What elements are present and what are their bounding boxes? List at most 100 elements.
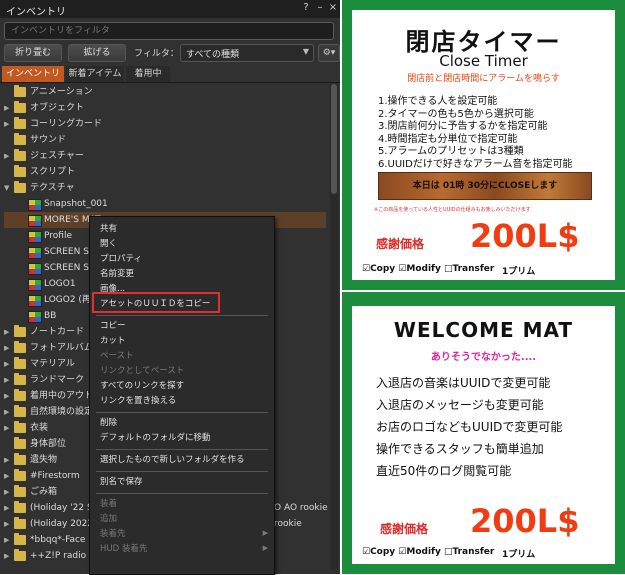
menu-item[interactable]: カット bbox=[100, 334, 126, 348]
close-icon[interactable]: × bbox=[327, 2, 339, 14]
tree-item[interactable]: サウンド bbox=[4, 132, 326, 148]
search-input[interactable] bbox=[5, 23, 333, 39]
folder-icon bbox=[14, 549, 26, 561]
expand-arrow-icon[interactable]: ▶ bbox=[4, 372, 12, 388]
folder-icon bbox=[14, 357, 26, 369]
timer-price: 200L$ bbox=[470, 217, 580, 255]
expand-arrow-icon[interactable]: ▶ bbox=[4, 500, 12, 516]
tree-item-label: SCREEN SH bbox=[44, 247, 96, 257]
timer-product-panel: 閉店タイマー Close Timer 閉店前と閉店時間にアラームを鳴らす 1.操… bbox=[342, 0, 625, 290]
expand-arrow-icon[interactable]: ▶ bbox=[4, 100, 12, 116]
menu-item[interactable]: コピー bbox=[100, 319, 126, 333]
tree-item-label: LOGO1 bbox=[44, 279, 76, 289]
tree-item[interactable]: ▶ コーリングカード bbox=[4, 116, 326, 132]
submenu-arrow-icon: ▶ bbox=[262, 529, 268, 537]
folder-icon bbox=[14, 437, 26, 449]
tree-item-label: #Firestorm bbox=[30, 471, 80, 481]
menu-item[interactable]: 削除 bbox=[100, 416, 117, 430]
menu-item[interactable]: 装着 bbox=[100, 497, 117, 511]
menu-item[interactable]: 追加 bbox=[100, 512, 117, 526]
expand-button[interactable]: 拡げる bbox=[68, 44, 126, 62]
filter-label: フィルタ： bbox=[134, 49, 179, 59]
tree-item[interactable]: Snapshot_001 bbox=[4, 196, 326, 212]
menu-item[interactable]: 選択したもので新しいフォルダを作る bbox=[100, 453, 245, 467]
minimize-icon[interactable]: – bbox=[314, 2, 326, 14]
texture-icon bbox=[28, 279, 42, 291]
menu-item[interactable]: リンクとしてペースト bbox=[100, 364, 184, 378]
tree-item[interactable]: アニメーション bbox=[4, 84, 326, 100]
tree-item-label: (Holiday 2022 bbox=[30, 519, 94, 529]
folder-icon bbox=[14, 101, 26, 113]
tab-inventory[interactable]: インベントリ bbox=[2, 66, 64, 82]
expand-arrow-icon[interactable]: ▶ bbox=[4, 324, 12, 340]
tab-recent[interactable]: 新着アイテム bbox=[66, 66, 124, 82]
tab-worn[interactable]: 着用中 bbox=[126, 66, 170, 82]
menu-item[interactable]: リンクを置き換える bbox=[100, 394, 176, 408]
menu-item[interactable]: プロパティ bbox=[100, 252, 142, 266]
collapse-button[interactable]: 折り畳む bbox=[4, 44, 62, 62]
toolbar: 折り畳む 拡げる フィルタ： すべての種類 ▼ ⚙▾ bbox=[0, 43, 340, 62]
mat-panel-card: WELCOME MAT ありそうでなかった.... 入退店の音楽はUUIDで変更… bbox=[352, 306, 615, 564]
expand-arrow-icon[interactable]: ▶ bbox=[4, 148, 12, 164]
animation-icon bbox=[14, 85, 26, 97]
expand-arrow-icon[interactable]: ▶ bbox=[4, 452, 12, 468]
menu-item[interactable]: すべてのリンクを探す bbox=[100, 379, 184, 393]
tree-item-label: BB bbox=[44, 311, 57, 321]
search-box bbox=[4, 22, 334, 40]
tree-item-label: マテリアル bbox=[30, 359, 75, 369]
tree-item-label: 自然環境の設定 bbox=[30, 407, 94, 417]
expand-arrow-icon[interactable]: ▶ bbox=[4, 340, 12, 356]
trash-icon bbox=[14, 485, 26, 497]
folder-icon bbox=[14, 405, 26, 417]
menu-item[interactable]: デフォルトのフォルダに移動 bbox=[100, 431, 211, 445]
tree-item-label: フォトアルバム bbox=[30, 343, 93, 353]
menu-item[interactable]: HUD 装着先 bbox=[100, 542, 147, 556]
expand-arrow-icon[interactable]: ▶ bbox=[4, 484, 12, 500]
mat-product-panel: WELCOME MAT ありそうでなかった.... 入退店の音楽はUUIDで変更… bbox=[342, 292, 625, 574]
timer-panel-card: 閉店タイマー Close Timer 閉店前と閉店時間にアラームを鳴らす 1.操… bbox=[352, 10, 615, 280]
expand-arrow-icon[interactable]: ▶ bbox=[4, 548, 12, 564]
folder-icon bbox=[14, 165, 26, 177]
expand-arrow-icon[interactable]: ▶ bbox=[4, 468, 12, 484]
tree-item[interactable]: ▶ ジェスチャー bbox=[4, 148, 326, 164]
texture-icon bbox=[28, 295, 42, 307]
expand-arrow-icon[interactable]: ▶ bbox=[4, 388, 12, 404]
menu-separator bbox=[96, 315, 268, 316]
gear-menu-icon[interactable]: ⚙▾ bbox=[318, 44, 340, 62]
menu-item[interactable]: 別名で保存 bbox=[100, 475, 143, 489]
folder-icon bbox=[14, 373, 26, 385]
tree-item[interactable]: スクリプト bbox=[4, 164, 326, 180]
expand-arrow-open-icon[interactable]: ▼ bbox=[4, 180, 12, 196]
expand-arrow-icon[interactable]: ▶ bbox=[4, 404, 12, 420]
tree-item-label: ランドマーク bbox=[30, 375, 85, 385]
filter-select[interactable]: すべての種類 ▼ bbox=[180, 44, 314, 62]
scrollbar[interactable] bbox=[330, 84, 338, 570]
folder-icon bbox=[14, 181, 26, 193]
expand-arrow-icon[interactable]: ▶ bbox=[4, 356, 12, 372]
expand-arrow-icon[interactable]: ▶ bbox=[4, 532, 12, 548]
menu-item[interactable]: 名前変更 bbox=[100, 267, 134, 281]
tree-item-label: テクスチャ bbox=[30, 183, 75, 193]
tree-item[interactable]: ▼ テクスチャ bbox=[4, 180, 326, 196]
expand-arrow-icon[interactable]: ▶ bbox=[4, 116, 12, 132]
tree-item-suffix: rookie bbox=[274, 519, 302, 529]
expand-arrow-icon[interactable]: ▶ bbox=[4, 516, 12, 532]
menu-item[interactable]: ペースト bbox=[100, 349, 134, 363]
tree-item[interactable]: ▶ オブジェクト bbox=[4, 100, 326, 116]
tree-item-label: オブジェクト bbox=[30, 103, 85, 113]
title-bar[interactable]: インベントリ ? – × bbox=[0, 0, 340, 18]
texture-icon bbox=[28, 263, 42, 275]
window-title: インベントリ bbox=[6, 7, 66, 18]
expand-arrow-icon[interactable]: ▶ bbox=[4, 420, 12, 436]
scrollbar-thumb[interactable] bbox=[331, 84, 337, 194]
menu-item[interactable]: 共有 bbox=[100, 222, 117, 236]
menu-separator bbox=[96, 412, 268, 413]
timer-prim-count: 1プリム bbox=[502, 267, 536, 277]
texture-icon bbox=[28, 231, 42, 243]
texture-icon bbox=[28, 199, 42, 211]
menu-separator bbox=[96, 449, 268, 450]
help-icon[interactable]: ? bbox=[300, 2, 312, 14]
folder-icon bbox=[14, 469, 26, 481]
menu-item[interactable]: 装着先 bbox=[100, 527, 126, 541]
menu-item[interactable]: 開く bbox=[100, 237, 117, 251]
